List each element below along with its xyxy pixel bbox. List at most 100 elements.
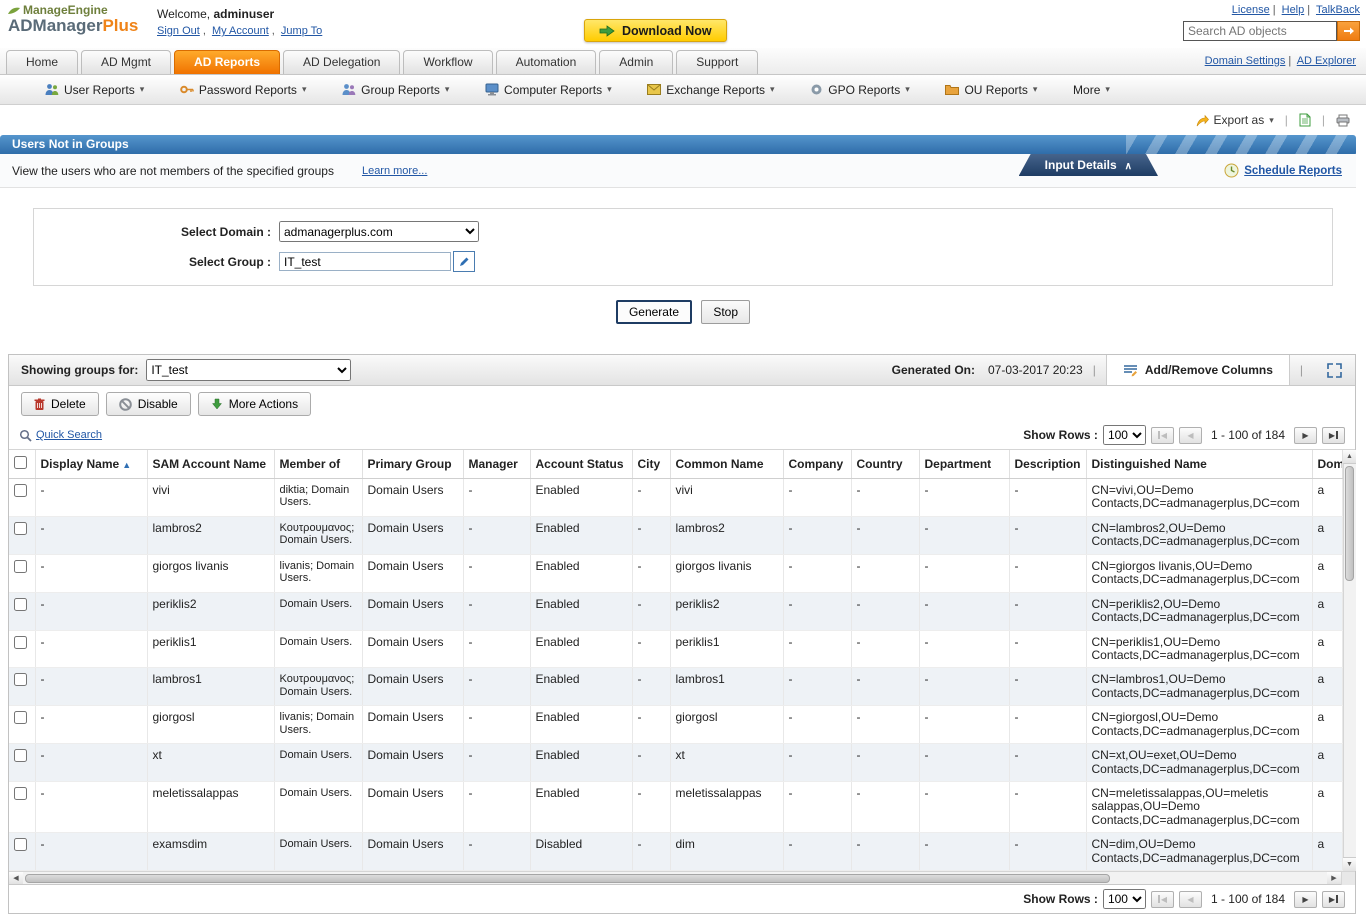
- download-now-button[interactable]: Download Now: [584, 19, 727, 42]
- tab-ad-mgmt[interactable]: AD Mgmt: [81, 50, 172, 74]
- print-button[interactable]: [1336, 114, 1350, 127]
- quick-search-link[interactable]: Quick Search: [36, 429, 102, 441]
- search-go-button[interactable]: [1337, 21, 1360, 41]
- disable-button[interactable]: Disable: [105, 392, 191, 416]
- column-header-account-status[interactable]: Account Status: [530, 450, 633, 479]
- cell-department: -: [919, 705, 1010, 745]
- tab-ad-delegation[interactable]: AD Delegation: [283, 50, 401, 74]
- column-header-sam-account-name[interactable]: SAM Account Name: [147, 450, 275, 479]
- cell-account-status: Enabled: [530, 630, 633, 669]
- horizontal-scroll-thumb[interactable]: [25, 873, 1110, 883]
- next-page-button[interactable]: ▶: [1294, 890, 1317, 908]
- column-header-member-of[interactable]: Member of: [274, 450, 363, 479]
- menu-ou-reports[interactable]: OU Reports ▾: [945, 83, 1037, 97]
- ad-search-input[interactable]: [1183, 21, 1337, 41]
- domain-settings-link[interactable]: Domain Settings: [1205, 55, 1286, 67]
- column-header-company[interactable]: Company: [783, 450, 852, 479]
- delete-button[interactable]: Delete: [21, 392, 99, 416]
- app-logo[interactable]: ManageEngine ADManagerPlus: [8, 3, 138, 36]
- last-page-button[interactable]: ▶: [1322, 890, 1345, 908]
- row-checkbox[interactable]: [14, 597, 27, 611]
- jump-to-link[interactable]: Jump To: [281, 25, 322, 37]
- column-header-description[interactable]: Description: [1009, 450, 1087, 479]
- generate-button[interactable]: Generate: [615, 300, 692, 324]
- tab-ad-reports[interactable]: AD Reports: [174, 50, 281, 74]
- prev-page-button[interactable]: ◀: [1178, 426, 1202, 444]
- cell-common-name: giorgos livanis: [670, 554, 784, 593]
- show-rows-select-bottom[interactable]: 100: [1102, 889, 1146, 910]
- first-page-button[interactable]: ◀: [1150, 890, 1174, 908]
- cell-description: -: [1009, 516, 1087, 555]
- export-as-button[interactable]: Export as ▾: [1196, 113, 1274, 127]
- column-header-city[interactable]: City: [632, 450, 671, 479]
- scroll-up-button[interactable]: ▲: [1343, 450, 1356, 464]
- edit-group-button[interactable]: [453, 251, 475, 272]
- row-select-cell: [9, 554, 36, 593]
- cell-primary-group: Domain Users: [362, 478, 464, 517]
- tab-home[interactable]: Home: [6, 50, 79, 74]
- add-remove-columns-button[interactable]: Add/Remove Columns: [1105, 355, 1290, 385]
- select-all-checkbox[interactable]: [14, 456, 27, 469]
- my-account-link[interactable]: My Account: [212, 25, 269, 37]
- scroll-right-button[interactable]: ▶: [1327, 872, 1341, 885]
- column-header-domain[interactable]: Dom: [1312, 450, 1343, 479]
- report-document-button[interactable]: [1299, 113, 1311, 127]
- tab-automation[interactable]: Automation: [495, 50, 597, 74]
- quick-search: Quick Search: [19, 429, 102, 442]
- scroll-down-button[interactable]: ▼: [1343, 857, 1356, 872]
- scroll-left-button[interactable]: ◀: [9, 872, 23, 885]
- menu-more[interactable]: More ▾: [1073, 83, 1110, 97]
- sign-out-link[interactable]: Sign Out: [157, 25, 200, 37]
- fullscreen-button[interactable]: [1313, 362, 1355, 378]
- horizontal-scrollbar[interactable]: ◀ ▶: [9, 871, 1355, 885]
- row-checkbox[interactable]: [14, 711, 27, 725]
- column-header-country[interactable]: Country: [851, 450, 920, 479]
- show-rows-select[interactable]: 100: [1102, 425, 1146, 445]
- menu-gpo-reports[interactable]: GPO Reports ▾: [810, 83, 910, 97]
- group-input[interactable]: [279, 252, 451, 271]
- column-header-primary-group[interactable]: Primary Group: [362, 450, 464, 479]
- domain-select[interactable]: admanagerplus.com: [279, 221, 479, 242]
- column-header-common-name[interactable]: Common Name: [670, 450, 784, 479]
- column-header-manager[interactable]: Manager: [463, 450, 531, 479]
- tab-admin[interactable]: Admin: [599, 50, 674, 74]
- showing-group-select[interactable]: IT_test: [146, 359, 352, 381]
- disable-icon: [118, 397, 132, 411]
- ad-explorer-link[interactable]: AD Explorer: [1297, 55, 1356, 67]
- menu-user-reports[interactable]: User Reports ▾: [45, 83, 144, 97]
- last-page-button[interactable]: ▶: [1322, 426, 1345, 444]
- row-checkbox[interactable]: [14, 521, 27, 535]
- first-page-button[interactable]: ◀: [1150, 426, 1174, 444]
- next-page-button[interactable]: ▶: [1294, 426, 1317, 444]
- cell-member-of: livanis; Domain Users.: [274, 705, 363, 745]
- vertical-scrollbar[interactable]: ▲ ▼: [1342, 450, 1356, 872]
- vertical-scroll-thumb[interactable]: [1345, 466, 1354, 581]
- column-header-distinguished-name[interactable]: Distinguished Name: [1086, 450, 1313, 479]
- more-actions-button[interactable]: More Actions: [197, 392, 312, 416]
- column-header-display-name[interactable]: Display Name ▲: [35, 450, 148, 479]
- report-table-body: - vivi diktia; Domain Users. Domain User…: [9, 478, 1343, 872]
- menu-computer-reports[interactable]: Computer Reports ▾: [485, 83, 612, 97]
- row-checkbox[interactable]: [14, 787, 27, 800]
- tab-support[interactable]: Support: [676, 50, 759, 74]
- cell-sam-account-name: meletissalappas: [147, 781, 275, 834]
- row-checkbox[interactable]: [14, 673, 27, 687]
- menu-password-reports[interactable]: Password Reports ▾: [180, 83, 306, 97]
- row-checkbox[interactable]: [14, 749, 27, 763]
- learn-more-link[interactable]: Learn more...: [362, 165, 427, 177]
- input-details-toggle[interactable]: Input Details ∧: [1019, 154, 1158, 176]
- license-link[interactable]: License: [1232, 4, 1270, 16]
- tab-workflow[interactable]: Workflow: [403, 50, 493, 74]
- prev-page-button[interactable]: ◀: [1178, 890, 1202, 908]
- row-checkbox[interactable]: [14, 559, 27, 573]
- column-header-department[interactable]: Department: [919, 450, 1010, 479]
- row-checkbox[interactable]: [14, 838, 27, 852]
- stop-button[interactable]: Stop: [701, 300, 751, 324]
- schedule-reports-link[interactable]: Schedule Reports: [1244, 165, 1342, 177]
- talkback-link[interactable]: TalkBack: [1316, 4, 1360, 16]
- row-checkbox[interactable]: [14, 635, 27, 649]
- row-checkbox[interactable]: [14, 484, 27, 497]
- menu-group-reports[interactable]: Group Reports ▾: [342, 83, 449, 97]
- help-link[interactable]: Help: [1282, 4, 1305, 16]
- menu-exchange-reports[interactable]: Exchange Reports ▾: [647, 83, 775, 97]
